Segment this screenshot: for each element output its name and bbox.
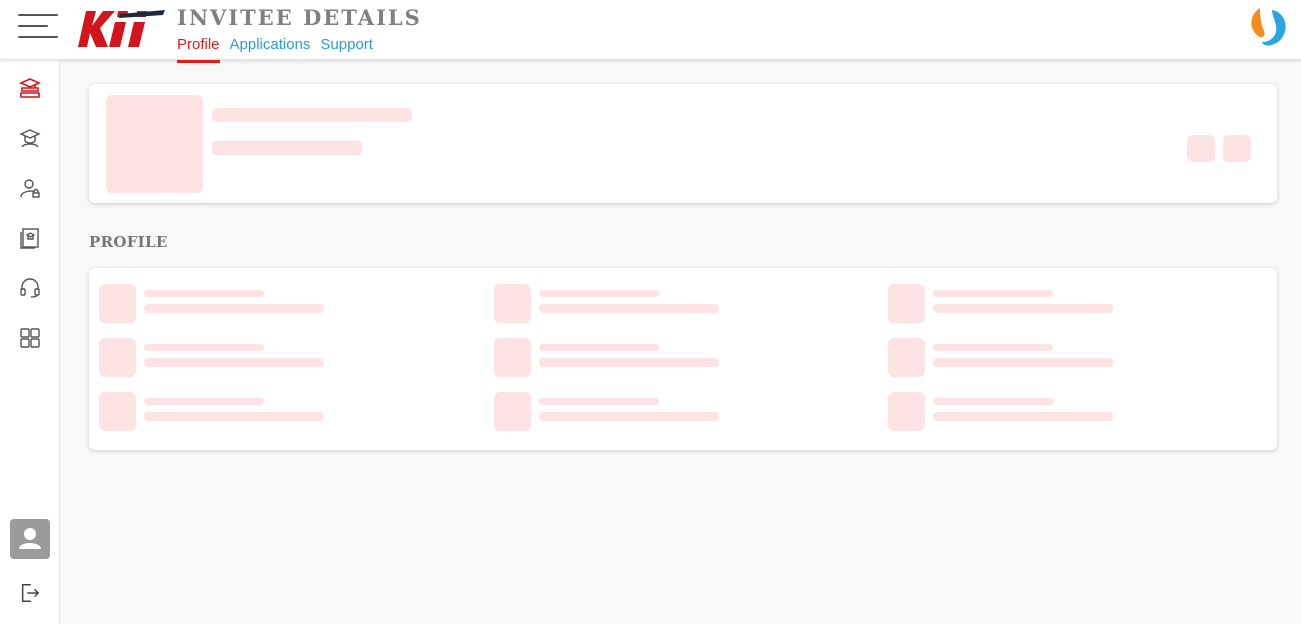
- headset-icon[interactable]: [18, 276, 42, 300]
- action-button-placeholder: [1223, 135, 1251, 162]
- profile-field-placeholder: [888, 284, 1148, 324]
- top-header: INVITEE DETAILS Profile Applications Sup…: [0, 0, 1301, 63]
- invitee-summary-card: [89, 84, 1277, 203]
- profile-field-placeholder: [99, 284, 359, 324]
- graduate-icon[interactable]: [18, 126, 42, 150]
- profile-field-placeholder: [888, 392, 1148, 432]
- section-title: PROFILE: [89, 233, 168, 251]
- avatar-placeholder: [106, 95, 203, 193]
- user-avatar-icon[interactable]: [10, 519, 50, 559]
- user-lock-icon[interactable]: [18, 176, 42, 200]
- profile-field-placeholder: [494, 284, 754, 324]
- header-tabs: Profile Applications Support: [177, 36, 373, 63]
- left-sidebar: [0, 60, 60, 624]
- profile-field-placeholder: [99, 392, 359, 432]
- dashboard-grid-icon[interactable]: [18, 326, 42, 350]
- kii-logo-icon[interactable]: [75, 9, 165, 49]
- logout-icon[interactable]: [19, 582, 41, 604]
- profile-field-placeholder: [888, 338, 1148, 378]
- name-placeholder: [212, 108, 412, 122]
- tab-profile[interactable]: Profile: [177, 36, 220, 63]
- profile-field-placeholder: [494, 338, 754, 378]
- tab-applications[interactable]: Applications: [230, 36, 311, 63]
- partner-swirl-logo-icon[interactable]: [1246, 6, 1290, 48]
- books-stack-icon[interactable]: [18, 76, 42, 100]
- page-title: INVITEE DETAILS: [177, 5, 422, 30]
- profile-details-card: [89, 268, 1277, 450]
- profile-field-placeholder: [99, 338, 359, 378]
- certificate-icon[interactable]: [18, 226, 42, 250]
- subtitle-placeholder: [212, 141, 362, 155]
- hamburger-menu-icon[interactable]: [16, 13, 60, 39]
- tab-support[interactable]: Support: [320, 36, 373, 63]
- action-button-placeholder: [1187, 135, 1215, 162]
- profile-field-placeholder: [494, 392, 754, 432]
